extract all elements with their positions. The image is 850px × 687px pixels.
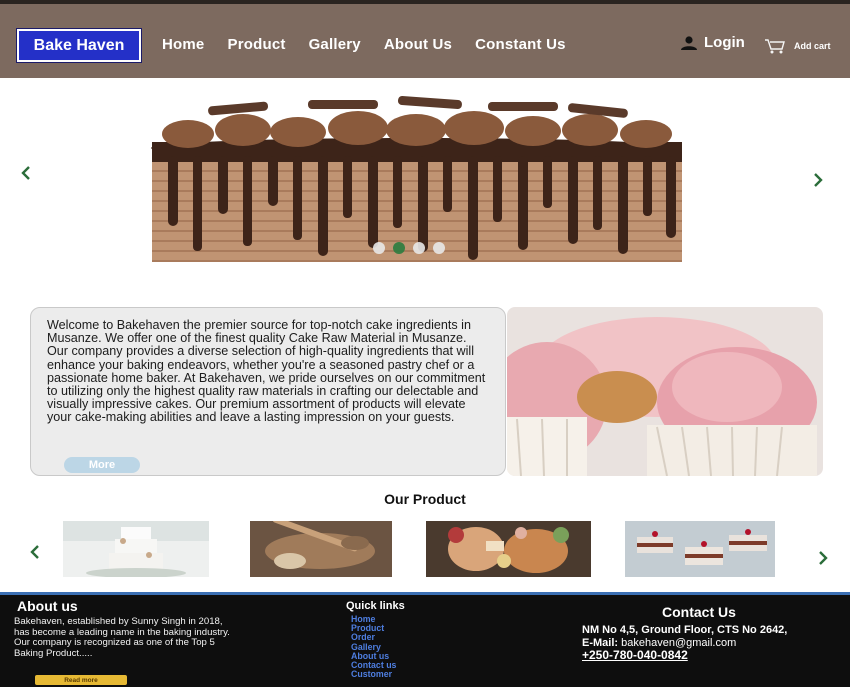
cart-label: Add cart	[794, 41, 831, 51]
footer-phone[interactable]: +250-780-040-0842	[582, 649, 822, 662]
chevron-right-icon	[814, 173, 823, 187]
product-thumb-platter[interactable]	[426, 521, 591, 577]
brand-logo[interactable]: Bake Haven	[17, 29, 141, 62]
cart-icon	[765, 39, 785, 54]
footer-contact-info: NM No 4,5, Ground Floor, CTS No 2642, E-…	[582, 624, 822, 662]
products-heading: Our Product	[384, 491, 466, 507]
slider-dots	[373, 242, 445, 254]
slider-prev-button[interactable]	[20, 161, 32, 187]
footer-address: NM No 4,5, Ground Floor, CTS No 2642,	[582, 624, 788, 636]
product-thumb-wedding-cake[interactable]	[63, 521, 209, 577]
login-label: Login	[704, 34, 745, 51]
cupcakes-image	[507, 307, 823, 476]
welcome-card: Welcome to Bakehaven the premier source …	[30, 307, 506, 476]
chevron-left-icon	[21, 166, 30, 180]
slider-dot-1[interactable]	[373, 242, 385, 254]
add-cart-button[interactable]: Add cart	[764, 38, 831, 54]
nav-home[interactable]: Home	[162, 36, 204, 53]
nav-product[interactable]: Product	[227, 36, 285, 53]
login-button[interactable]: Login	[680, 34, 745, 51]
nav-gallery[interactable]: Gallery	[309, 36, 361, 53]
welcome-text: Welcome to Bakehaven the premier source …	[47, 318, 486, 425]
chocolate-cake-image	[148, 96, 685, 262]
product-thumb-baking-tools[interactable]	[250, 521, 392, 577]
footer-quick-links: Home Product Order Gallery About us Cont…	[351, 614, 396, 679]
site-footer: About us Bakehaven, established by Sunny…	[0, 592, 850, 687]
footer-about-title: About us	[17, 598, 78, 614]
nav-contact-us[interactable]: Constant Us	[475, 36, 566, 53]
read-more-button[interactable]: Read more	[35, 675, 127, 685]
slider-dot-3[interactable]	[413, 242, 425, 254]
slider-next-button[interactable]	[812, 168, 824, 194]
site-header: Bake Haven Home Product Gallery About Us…	[0, 0, 850, 78]
nav-about-us[interactable]: About Us	[384, 36, 452, 53]
footer-link-customer[interactable]: Customer	[351, 670, 396, 679]
footer-email-value[interactable]: bakehaven@gmail.com	[621, 637, 736, 649]
slider-dot-4[interactable]	[433, 242, 445, 254]
more-button[interactable]: More	[64, 457, 140, 473]
chevron-left-icon	[30, 545, 39, 559]
product-thumb-pastries[interactable]	[625, 521, 775, 577]
chevron-right-icon	[819, 551, 828, 565]
footer-email-label: E-Mail:	[582, 636, 619, 649]
user-icon	[681, 35, 697, 50]
products-next-button[interactable]	[817, 546, 829, 572]
main-nav: Home Product Gallery About Us Constant U…	[162, 36, 589, 53]
hero-slider	[0, 78, 850, 288]
slider-dot-2[interactable]	[393, 242, 405, 254]
footer-about-text: Bakehaven, established by Sunny Singh in…	[14, 616, 230, 659]
footer-contact-title: Contact Us	[662, 604, 736, 620]
footer-quick-links-title: Quick links	[346, 600, 405, 612]
products-prev-button[interactable]	[29, 540, 41, 566]
